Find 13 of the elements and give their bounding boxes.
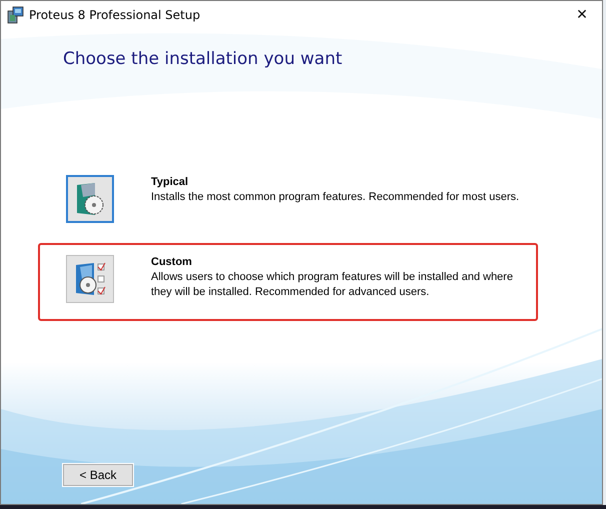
installer-icon [7,6,25,24]
option-description: Installs the most common program features. Recommended for most users. [151,190,520,205]
page-heading: Choose the installation you want [63,49,344,69]
disc-box-icon [75,181,105,217]
option-description: Allows users to choose which program features will be installed and where they will be installed. Recommended for advanced users. [151,270,514,300]
close-button[interactable]: ✕ [562,1,602,29]
window-title: Proteus 8 Professional Setup [29,8,200,22]
typical-install-button[interactable] [66,175,114,223]
option-title: Typical [151,176,190,188]
disc-box-checklist-icon [74,261,106,297]
option-title: Custom [151,256,193,268]
custom-install-button[interactable] [66,255,114,303]
back-button[interactable]: < Back [63,464,133,486]
